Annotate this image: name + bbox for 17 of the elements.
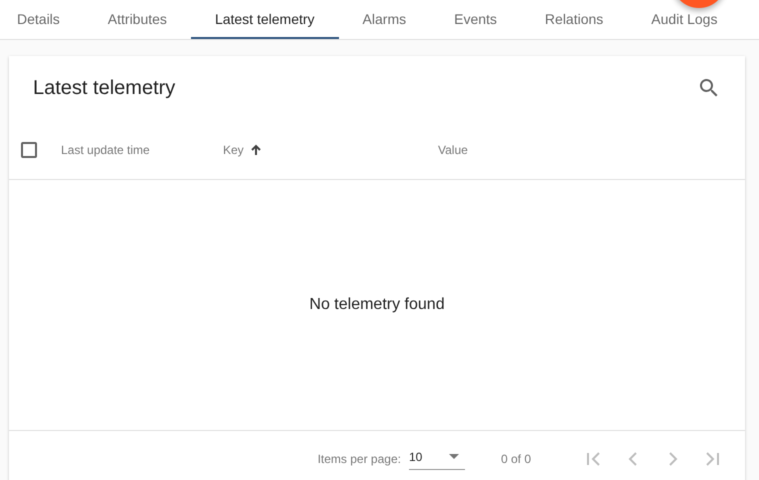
column-header[interactable]: Last update time [61, 140, 150, 158]
tab[interactable]: Latest telemetry [190, 0, 339, 39]
column-header[interactable]: Key [223, 140, 244, 158]
page-range: 0 of 0 [500, 450, 531, 468]
caret-icon [448, 454, 459, 459]
tab[interactable]: Relations [520, 11, 628, 28]
select-all-checkbox[interactable] [21, 142, 37, 158]
card-title: Latest telemetry [33, 76, 176, 101]
tab[interactable]: Events [430, 11, 521, 28]
empty-message: No telemetry found [309, 295, 445, 315]
tab[interactable]: Audit Logs [627, 11, 742, 28]
tab[interactable]: Alarms [338, 11, 430, 28]
tab[interactable]: Attributes [84, 11, 191, 28]
tab[interactable]: Details [0, 11, 84, 28]
column-header[interactable]: Value [438, 140, 468, 158]
page-size-select[interactable]: 10 [408, 448, 465, 470]
items-per-page-label: Items per page: [318, 450, 401, 468]
